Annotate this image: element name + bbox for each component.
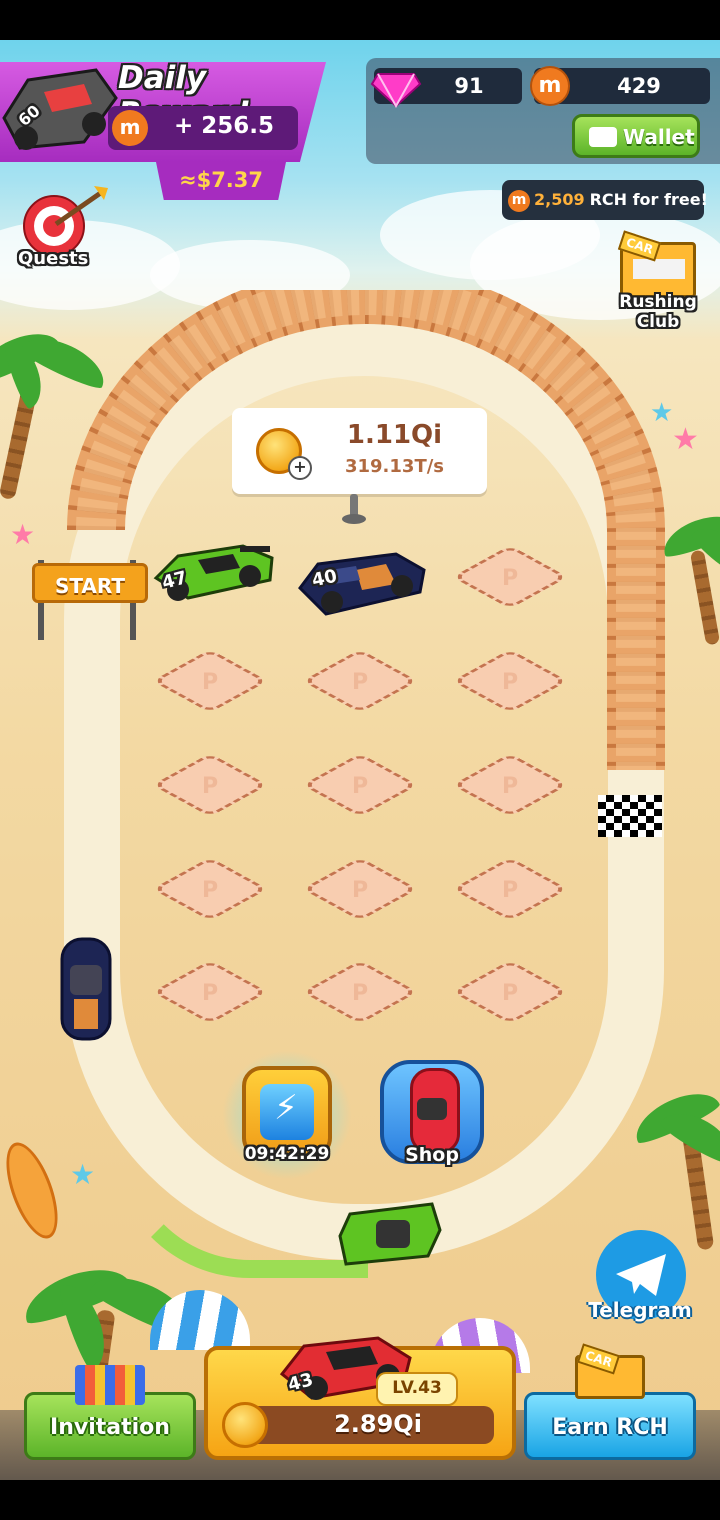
parking-slot[interactable]: P — [295, 960, 425, 1033]
slot-marker: P — [501, 981, 519, 1006]
slot-marker: P — [351, 670, 369, 695]
slot-marker: P — [351, 878, 369, 903]
parking-slot[interactable]: P — [145, 960, 275, 1033]
starfish-decoration: ★ — [672, 422, 699, 457]
level-badge: LV.43 — [376, 1372, 458, 1406]
parking-slot[interactable]: P — [295, 753, 425, 826]
level-label: LV.43 — [392, 1378, 442, 1398]
usd-value: ≈$7.37 — [178, 168, 264, 192]
parking-slot[interactable]: P — [445, 857, 575, 930]
parking-slot[interactable]: P — [445, 960, 575, 1033]
income-panel: + 1.11Qi 319.13T/s — [232, 408, 487, 494]
wallet-button[interactable]: Wallet — [572, 114, 700, 158]
income-sign-base — [342, 514, 366, 524]
buy-car-panel[interactable]: 43 LV.43 2.89Qi — [204, 1336, 516, 1460]
invitation-label: Invitation — [50, 1415, 170, 1440]
rch-count: 429 — [617, 74, 661, 98]
status-bar — [0, 0, 720, 40]
slot-marker: P — [201, 878, 219, 903]
rch-counter[interactable]: m 429 — [530, 66, 710, 106]
parking-slot[interactable]: P — [445, 753, 575, 826]
free-rch-amount: 2,509 — [534, 190, 585, 209]
finish-line-flag — [598, 795, 662, 837]
slot-marker: P — [201, 670, 219, 695]
rushing-club-label-2: Club — [636, 312, 680, 332]
slot-marker: P — [501, 878, 519, 903]
slot-marker: P — [201, 774, 219, 799]
gift-icon — [75, 1365, 145, 1405]
parking-slot[interactable]: P — [445, 545, 575, 618]
buy-price: 2.89Qi — [334, 1410, 422, 1438]
boost-timer: 09:42:29 — [244, 1144, 330, 1164]
earn-rch-label: Earn RCH — [552, 1415, 668, 1440]
income-total: 1.11Qi — [346, 420, 443, 450]
earn-rch-button[interactable]: CAR Earn RCH — [524, 1343, 696, 1460]
slot-marker: P — [351, 774, 369, 799]
starfish-decoration: ★ — [10, 518, 36, 551]
gem-counter[interactable]: 91 — [370, 68, 522, 108]
currency-panel: 91 m 429 Wallet — [366, 58, 720, 164]
reward-amount-pill: m + 256.5 — [108, 106, 298, 150]
daily-reward-panel[interactable]: Daily Reward m + 256.5 60 — [0, 58, 330, 166]
rushing-club-button[interactable]: CAR Rushing Club — [612, 230, 704, 336]
gem-icon — [370, 73, 422, 108]
wallet-icon — [589, 127, 617, 147]
racing-car-left — [56, 935, 116, 1043]
parking-slot[interactable]: P — [145, 649, 275, 722]
plus-icon: + — [288, 456, 312, 480]
rch-coin-icon: m — [530, 66, 570, 106]
nav-bar — [0, 1480, 720, 1520]
parking-slot[interactable]: P — [295, 649, 425, 722]
telegram-button[interactable]: Telegram — [588, 1230, 692, 1330]
parking-slot[interactable]: P — [445, 649, 575, 722]
target-icon — [23, 186, 108, 257]
income-rate: 319.13T/s — [344, 456, 445, 477]
slot-marker: P — [501, 774, 519, 799]
slot-marker: P — [351, 981, 369, 1006]
quests-button[interactable]: Quests — [14, 186, 110, 276]
free-rch-text: RCH for free! — [584, 190, 708, 209]
shop-label: Shop — [405, 1144, 459, 1166]
wallet-label: Wallet — [623, 125, 695, 149]
parking-slot[interactable]: P — [145, 753, 275, 826]
gold-coin-icon — [222, 1402, 268, 1448]
gem-count: 91 — [454, 74, 484, 98]
parked-car-47[interactable]: 47 — [148, 528, 278, 608]
game-screen: START ★ ★ ★ ★ + 1.11Qi 319.13T/s P P P P P P… — [0, 0, 720, 1520]
slot-marker: P — [501, 566, 519, 591]
free-rch-banner[interactable]: m 2,509 RCH for free! — [502, 180, 708, 220]
rch-coin-icon: m — [508, 190, 530, 212]
parked-car-40[interactable]: 40 — [296, 540, 426, 620]
invitation-button[interactable]: Invitation — [24, 1365, 196, 1460]
starfish-decoration: ★ — [650, 398, 674, 428]
slot-marker: P — [201, 981, 219, 1006]
reward-amount: + 256.5 — [173, 113, 275, 139]
telegram-label: Telegram — [588, 1298, 692, 1322]
reward-car-icon — [2, 68, 118, 150]
usd-value-tag: ≈$7.37 — [156, 162, 286, 200]
race-car-icon — [153, 544, 274, 601]
parking-slot[interactable]: P — [295, 857, 425, 930]
shop-button[interactable]: Shop — [380, 1054, 484, 1174]
parking-slot[interactable]: P — [145, 857, 275, 930]
slot-marker: P — [501, 670, 519, 695]
quests-label: Quests — [18, 248, 89, 269]
starfish-decoration: ★ — [70, 1158, 96, 1191]
start-banner: START — [32, 563, 148, 603]
price-bar: 2.89Qi — [222, 1402, 494, 1448]
boost-button[interactable]: ⚡ 09:42:29 — [222, 1050, 352, 1180]
racing-car-bottom — [336, 1200, 442, 1270]
rushing-club-label-1: Rushing — [619, 292, 697, 312]
